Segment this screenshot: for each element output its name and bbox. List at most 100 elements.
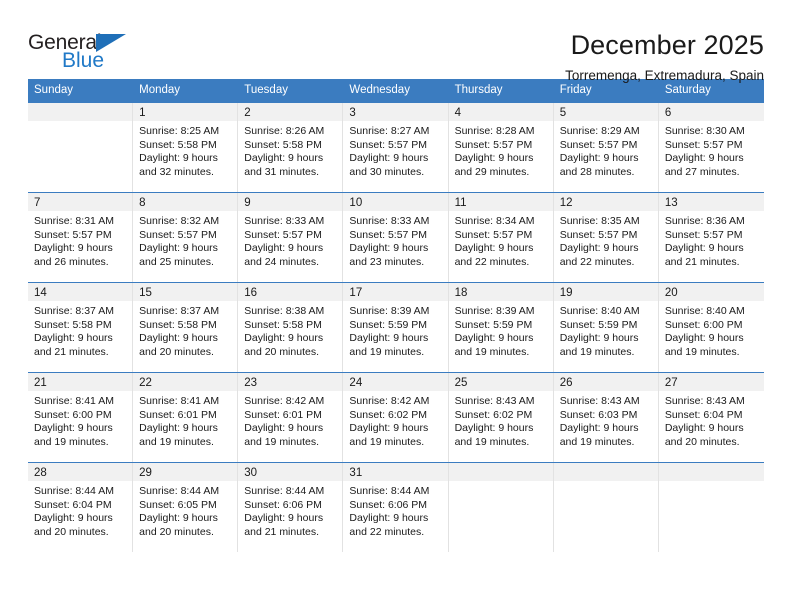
- daylight-text-line1: Daylight: 9 hours: [349, 512, 429, 525]
- week-row: 28 Sunrise: 8:44 AM Sunset: 6:04 PM Dayl…: [28, 462, 764, 552]
- day-cell[interactable]: 1 Sunrise: 8:25 AM Sunset: 5:58 PM Dayli…: [133, 103, 239, 192]
- daylight-text-line2: and 20 minutes.: [664, 435, 740, 448]
- daylight-text-line2: and 28 minutes.: [559, 165, 635, 178]
- day-cell[interactable]: 5 Sunrise: 8:29 AM Sunset: 5:57 PM Dayli…: [553, 103, 659, 192]
- day-number: 25: [454, 377, 468, 389]
- logo-general-blue[interactable]: General Blue: [28, 27, 146, 75]
- day-cell[interactable]: 13 Sunrise: 8:36 AM Sunset: 5:57 PM Dayl…: [658, 193, 764, 282]
- day-number: 3: [349, 107, 356, 119]
- day-info: Sunrise: 8:28 AM Sunset: 5:57 PM Dayligh…: [449, 121, 553, 179]
- day-cell[interactable]: 23 Sunrise: 8:42 AM Sunset: 6:01 PM Dayl…: [238, 373, 344, 462]
- sunrise-text: Sunrise: 8:39 AM: [454, 305, 535, 317]
- day-cell[interactable]: 11 Sunrise: 8:34 AM Sunset: 5:57 PM Dayl…: [448, 193, 554, 282]
- day-info: Sunrise: 8:43 AM Sunset: 6:02 PM Dayligh…: [449, 391, 553, 449]
- daylight-text-line2: and 19 minutes.: [139, 435, 214, 448]
- sunrise-text: Sunrise: 8:40 AM: [559, 305, 640, 317]
- day-cell[interactable]: 21 Sunrise: 8:41 AM Sunset: 6:00 PM Dayl…: [28, 373, 134, 462]
- day-info: Sunrise: 8:42 AM Sunset: 6:01 PM Dayligh…: [238, 391, 342, 449]
- calendar-grid: Sunday Monday Tuesday Wednesday Thursday…: [28, 79, 764, 552]
- week-row: 7 Sunrise: 8:31 AM Sunset: 5:57 PM Dayli…: [28, 192, 764, 282]
- day-cell[interactable]: 27 Sunrise: 8:43 AM Sunset: 6:04 PM Dayl…: [658, 373, 764, 462]
- day-cell[interactable]: 25 Sunrise: 8:43 AM Sunset: 6:02 PM Dayl…: [448, 373, 554, 462]
- day-number: 28: [34, 467, 47, 479]
- sunrise-text: Sunrise: 8:28 AM: [454, 125, 535, 137]
- day-info: Sunrise: 8:39 AM Sunset: 5:59 PM Dayligh…: [449, 301, 553, 359]
- day-cell[interactable]: 20 Sunrise: 8:40 AM Sunset: 6:00 PM Dayl…: [658, 283, 764, 372]
- sunrise-text: Sunrise: 8:27 AM: [349, 125, 430, 137]
- day-number: 27: [664, 377, 678, 389]
- daylight-text-line2: and 29 minutes.: [454, 165, 530, 178]
- day-info: Sunrise: 8:44 AM Sunset: 6:05 PM Dayligh…: [133, 481, 237, 539]
- day-cell[interactable]: 8 Sunrise: 8:32 AM Sunset: 5:57 PM Dayli…: [133, 193, 239, 282]
- day-cell[interactable]: 7 Sunrise: 8:31 AM Sunset: 5:57 PM Dayli…: [28, 193, 134, 282]
- day-cell[interactable]: 17 Sunrise: 8:39 AM Sunset: 5:59 PM Dayl…: [343, 283, 449, 372]
- daylight-text-line1: Daylight: 9 hours: [34, 422, 113, 435]
- daylight-text-line2: and 21 minutes.: [244, 525, 319, 538]
- day-info: Sunrise: 8:42 AM Sunset: 6:02 PM Dayligh…: [343, 391, 447, 449]
- day-number: 12: [559, 197, 573, 209]
- day-cell[interactable]: 18 Sunrise: 8:39 AM Sunset: 5:59 PM Dayl…: [448, 283, 554, 372]
- weekday-tuesday: Tuesday: [244, 84, 288, 96]
- day-cell[interactable]: 24 Sunrise: 8:42 AM Sunset: 6:02 PM Dayl…: [343, 373, 449, 462]
- weekday-header-row: Sunday Monday Tuesday Wednesday Thursday…: [28, 79, 764, 103]
- sunset-text: Sunset: 5:59 PM: [454, 318, 533, 331]
- day-cell[interactable]: 12 Sunrise: 8:35 AM Sunset: 5:57 PM Dayl…: [553, 193, 659, 282]
- daylight-text-line1: Daylight: 9 hours: [349, 422, 429, 435]
- day-info: Sunrise: 8:29 AM Sunset: 5:57 PM Dayligh…: [554, 121, 658, 179]
- daylight-text-line2: and 19 minutes.: [34, 435, 109, 448]
- day-number: 22: [139, 377, 152, 389]
- daylight-text-line1: Daylight: 9 hours: [244, 422, 324, 435]
- daylight-text-line2: and 23 minutes.: [349, 255, 425, 268]
- day-cell[interactable]: 29 Sunrise: 8:44 AM Sunset: 6:05 PM Dayl…: [133, 463, 239, 552]
- day-cell[interactable]: 28 Sunrise: 8:44 AM Sunset: 6:04 PM Dayl…: [28, 463, 134, 552]
- sunrise-text: Sunrise: 8:40 AM: [664, 305, 745, 317]
- day-number: 10: [349, 197, 363, 209]
- day-cell[interactable]: 2 Sunrise: 8:26 AM Sunset: 5:58 PM Dayli…: [238, 103, 344, 192]
- daylight-text-line1: Daylight: 9 hours: [139, 422, 218, 435]
- day-cell: [553, 463, 659, 552]
- day-cell[interactable]: 14 Sunrise: 8:37 AM Sunset: 5:58 PM Dayl…: [28, 283, 134, 372]
- day-cell[interactable]: 22 Sunrise: 8:41 AM Sunset: 6:01 PM Dayl…: [133, 373, 239, 462]
- day-cell[interactable]: 9 Sunrise: 8:33 AM Sunset: 5:57 PM Dayli…: [238, 193, 344, 282]
- day-info: Sunrise: 8:27 AM Sunset: 5:57 PM Dayligh…: [343, 121, 447, 179]
- day-number: 8: [139, 197, 146, 209]
- week-row: 14 Sunrise: 8:37 AM Sunset: 5:58 PM Dayl…: [28, 282, 764, 372]
- day-number: 4: [454, 107, 461, 119]
- daylight-text-line1: Daylight: 9 hours: [454, 152, 534, 165]
- page-title: December 2025: [570, 30, 764, 60]
- day-cell: [448, 463, 554, 552]
- daylight-text-line2: and 25 minutes.: [139, 255, 214, 268]
- sunrise-text: Sunrise: 8:41 AM: [34, 395, 114, 407]
- day-cell[interactable]: 31 Sunrise: 8:44 AM Sunset: 6:06 PM Dayl…: [343, 463, 449, 552]
- title-block: December 2025 Torremenga, Extremadura, S…: [565, 27, 764, 86]
- day-info: Sunrise: 8:39 AM Sunset: 5:59 PM Dayligh…: [343, 301, 447, 359]
- day-cell[interactable]: 3 Sunrise: 8:27 AM Sunset: 5:57 PM Dayli…: [343, 103, 449, 192]
- sunset-text: Sunset: 5:57 PM: [559, 138, 638, 151]
- day-cell[interactable]: 30 Sunrise: 8:44 AM Sunset: 6:06 PM Dayl…: [238, 463, 344, 552]
- sunrise-text: Sunrise: 8:25 AM: [139, 125, 220, 137]
- day-number: 13: [664, 197, 678, 209]
- sunset-text: Sunset: 5:57 PM: [559, 228, 638, 241]
- day-cell[interactable]: 4 Sunrise: 8:28 AM Sunset: 5:57 PM Dayli…: [448, 103, 554, 192]
- daylight-text-line1: Daylight: 9 hours: [34, 512, 113, 525]
- day-cell[interactable]: 19 Sunrise: 8:40 AM Sunset: 5:59 PM Dayl…: [553, 283, 659, 372]
- day-number: 24: [349, 377, 363, 389]
- daylight-text-line1: Daylight: 9 hours: [34, 332, 113, 345]
- day-number: 30: [244, 467, 258, 479]
- daylight-text-line1: Daylight: 9 hours: [244, 332, 324, 345]
- daylight-text-line1: Daylight: 9 hours: [244, 152, 324, 165]
- day-cell[interactable]: 6 Sunrise: 8:30 AM Sunset: 5:57 PM Dayli…: [658, 103, 764, 192]
- sunrise-text: Sunrise: 8:44 AM: [34, 485, 114, 497]
- sunset-text: Sunset: 5:57 PM: [349, 138, 428, 151]
- sunrise-text: Sunrise: 8:43 AM: [559, 395, 640, 407]
- sunset-text: Sunset: 6:06 PM: [244, 498, 322, 511]
- daylight-text-line1: Daylight: 9 hours: [349, 152, 429, 165]
- sunset-text: Sunset: 5:57 PM: [454, 138, 533, 151]
- daylight-text-line2: and 21 minutes.: [664, 255, 740, 268]
- day-cell[interactable]: 16 Sunrise: 8:38 AM Sunset: 5:58 PM Dayl…: [238, 283, 344, 372]
- day-number: 15: [139, 287, 152, 299]
- day-cell[interactable]: 15 Sunrise: 8:37 AM Sunset: 5:58 PM Dayl…: [133, 283, 239, 372]
- day-info: Sunrise: 8:37 AM Sunset: 5:58 PM Dayligh…: [133, 301, 237, 359]
- day-cell[interactable]: 10 Sunrise: 8:33 AM Sunset: 5:57 PM Dayl…: [343, 193, 449, 282]
- day-cell[interactable]: 26 Sunrise: 8:43 AM Sunset: 6:03 PM Dayl…: [553, 373, 659, 462]
